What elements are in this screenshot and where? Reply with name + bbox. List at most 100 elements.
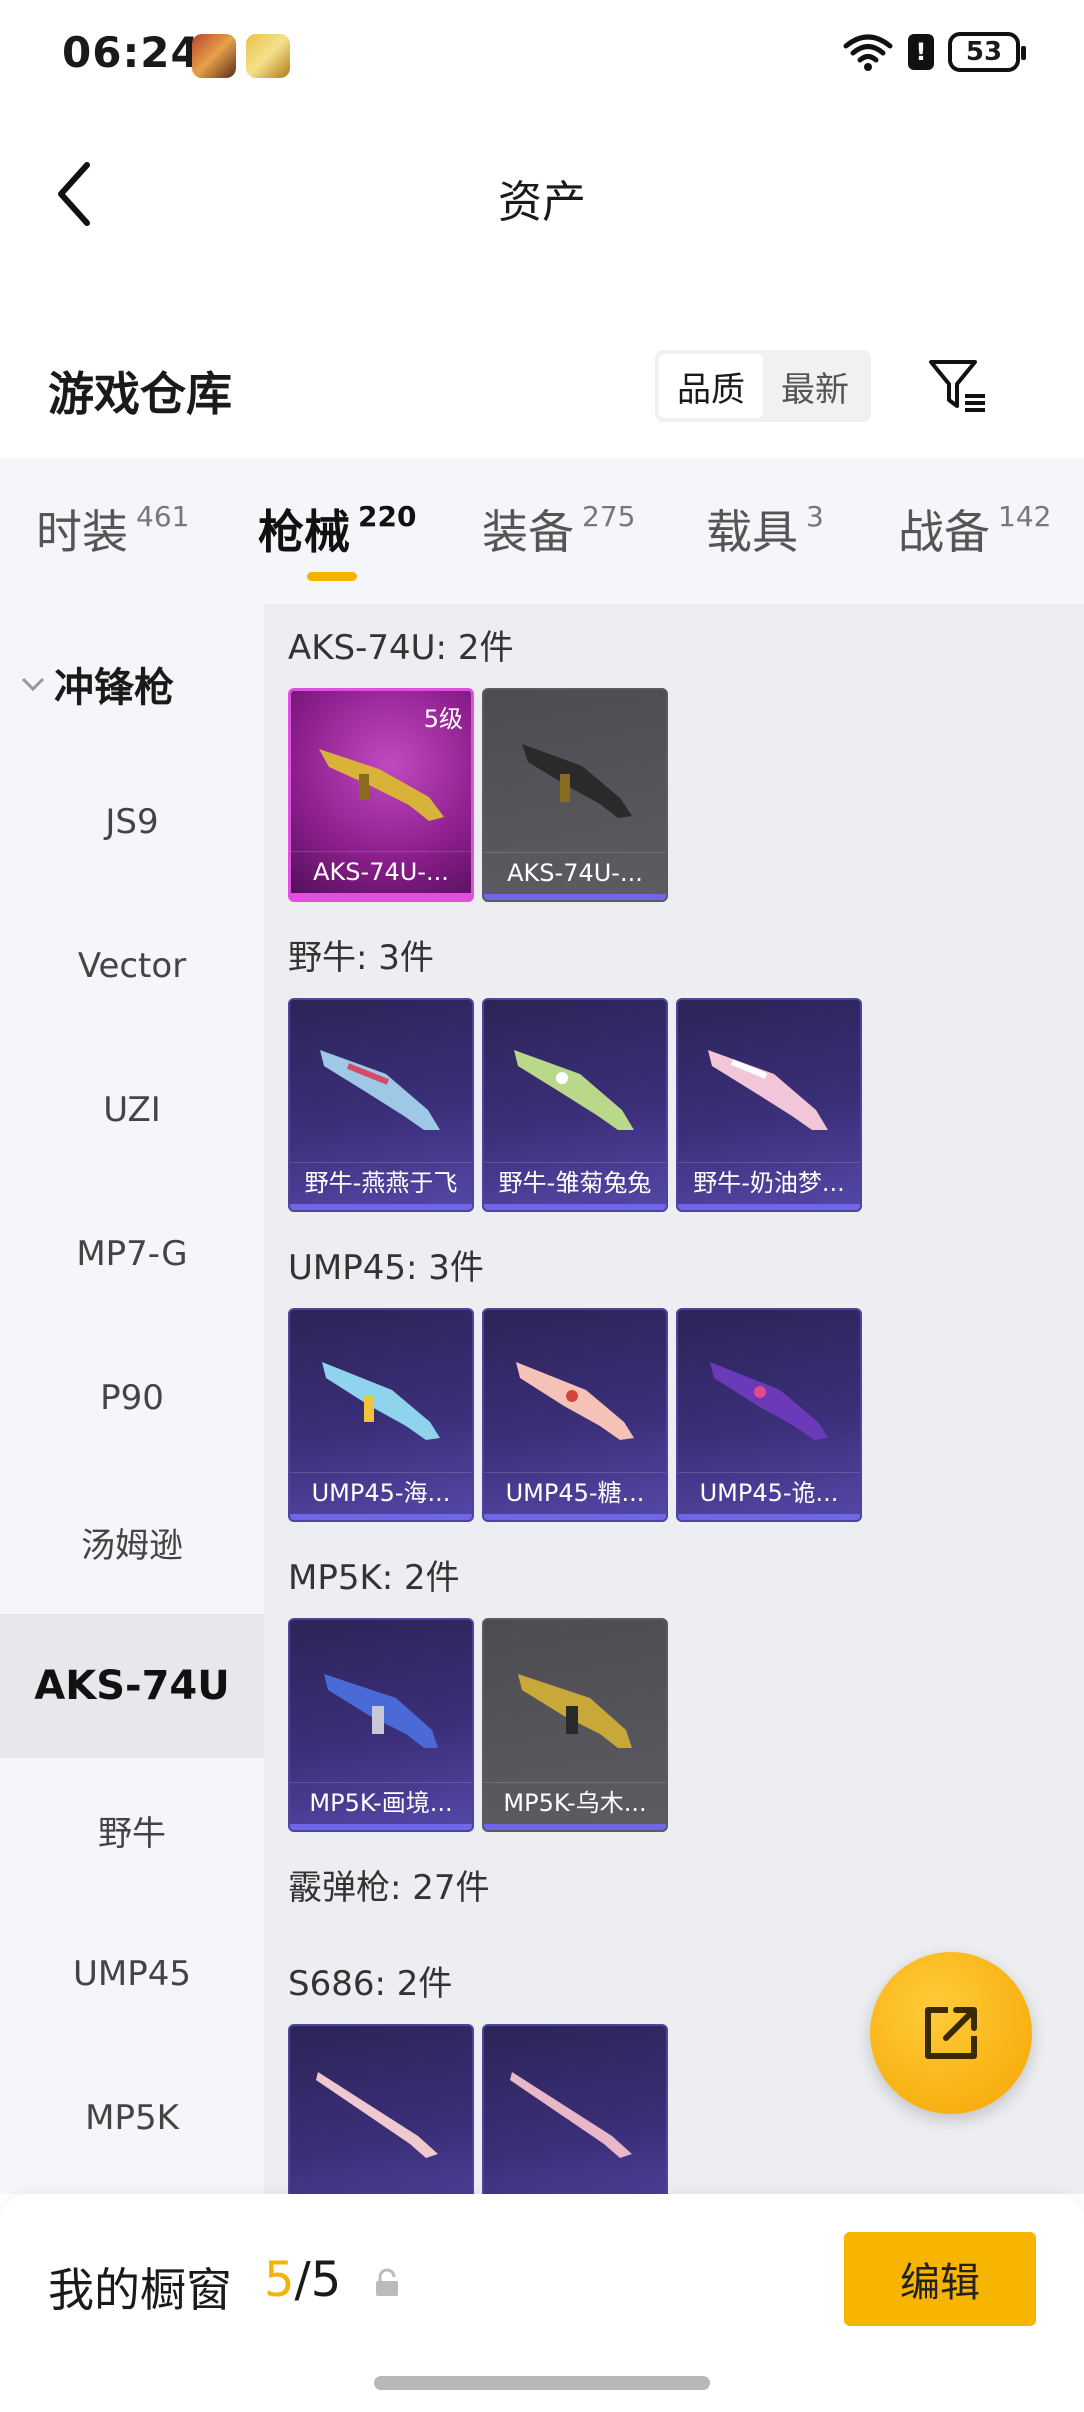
share-icon <box>925 2007 977 2059</box>
tab-count: 142 <box>998 500 1052 533</box>
warehouse-header: 游戏仓库 品质 最新 <box>0 330 1084 450</box>
rarity-bar <box>290 1514 472 1520</box>
edit-button[interactable]: 编辑 <box>844 2232 1036 2326</box>
warehouse-title: 游戏仓库 <box>48 367 232 421</box>
tab-count: 3 <box>806 500 824 533</box>
sort-quality-button[interactable]: 品质 <box>659 354 763 418</box>
tab-supplies[interactable]: 战备 142 <box>898 496 1051 562</box>
weapon-sidebar: 冲锋枪 JS9 Vector UZI MP7-G P90 汤姆逊 AKS-74U… <box>0 604 264 2194</box>
weapon-image <box>516 1362 634 1440</box>
sidebar-item-js9[interactable]: JS9 <box>0 750 264 894</box>
sidebar-item-aks74u[interactable]: AKS-74U <box>0 1614 264 1758</box>
weapon-name: MP5K-画境... <box>290 1782 472 1822</box>
showcase-current: 5 <box>264 2252 295 2308</box>
weapon-image <box>510 2072 632 2158</box>
section-title-bizon: 野牛: 3件 <box>288 938 434 978</box>
weapon-card[interactable]: UMP45-糖... <box>482 1308 668 1522</box>
weapon-name: 野牛-雏菊兔兔 <box>484 1162 666 1202</box>
sort-toggle: 品质 最新 <box>655 350 871 422</box>
weapon-card[interactable]: UMP45-海... <box>288 1308 474 1522</box>
weapon-image <box>514 1050 634 1130</box>
weapon-image <box>518 1674 632 1748</box>
weapon-image <box>322 1362 440 1440</box>
rarity-bar <box>290 1824 472 1830</box>
tab-label: 载具 <box>706 505 798 559</box>
weapon-card[interactable]: 野牛-燕燕于飞 <box>288 998 474 1212</box>
tab-count: 275 <box>582 500 636 533</box>
tab-label: 装备 <box>482 505 574 559</box>
tab-equipment[interactable]: 装备 275 <box>482 496 635 562</box>
weapon-name: 野牛-燕燕于飞 <box>290 1162 472 1202</box>
tab-weapons[interactable]: 枪械 220 <box>258 496 416 562</box>
section-title-ump45: UMP45: 3件 <box>288 1248 484 1288</box>
game-app-icon <box>192 34 236 78</box>
rarity-bar <box>484 1824 666 1830</box>
weapon-image <box>522 744 632 818</box>
home-indicator[interactable] <box>374 2376 710 2390</box>
status-bar: 06:24 ! 53 <box>0 0 1084 110</box>
wifi-icon <box>843 34 893 71</box>
sidebar-group-smg[interactable]: 冲锋枪 <box>0 644 264 724</box>
sidebar-item-uzi[interactable]: UZI <box>0 1038 264 1182</box>
filter-button[interactable] <box>922 350 994 422</box>
weapon-name: 野牛-奶油梦... <box>678 1162 860 1202</box>
weapon-name: UMP45-诡... <box>678 1472 860 1512</box>
weapon-image <box>319 749 444 821</box>
filter-icon <box>929 360 985 412</box>
rarity-bar <box>484 1514 666 1520</box>
weapon-name: AKS-74U-... <box>484 852 666 892</box>
weapon-image <box>316 2072 438 2158</box>
active-tab-indicator <box>307 572 357 581</box>
sidebar-item-thompson[interactable]: 汤姆逊 <box>0 1470 264 1614</box>
section-title-shotgun: 霰弹枪: 27件 <box>288 1868 490 1908</box>
section-title-mp5k: MP5K: 2件 <box>288 1558 460 1598</box>
showcase-count: 5/5 <box>264 2252 341 2308</box>
sidebar-item-mp7g[interactable]: MP7-G <box>0 1182 264 1326</box>
weapon-name: UMP45-海... <box>290 1472 472 1512</box>
sidebar-item-bizon[interactable]: 野牛 <box>0 1758 264 1902</box>
sidebar-item-ump45[interactable]: UMP45 <box>0 1902 264 2046</box>
section-title-s686: S686: 2件 <box>288 1964 453 2004</box>
alert-icon: ! <box>908 34 934 70</box>
weapon-name: UMP45-糖... <box>484 1472 666 1512</box>
weapon-card[interactable]: MP5K-画境... <box>288 1618 474 1832</box>
weapon-card[interactable]: MP5K-乌木... <box>482 1618 668 1832</box>
section-title-aks74u: AKS-74U: 2件 <box>288 628 514 668</box>
tab-count: 461 <box>136 500 190 533</box>
sort-latest-button[interactable]: 最新 <box>763 354 867 418</box>
rarity-bar <box>291 893 471 899</box>
tab-count: 220 <box>358 500 417 533</box>
peace-elite-app-icon <box>246 34 290 78</box>
showcase-total: /5 <box>294 2252 342 2308</box>
share-fab[interactable] <box>870 1952 1032 2114</box>
rarity-bar <box>678 1514 860 1520</box>
weapon-image <box>710 1362 828 1440</box>
nav-bar: 资产 <box>0 130 1084 260</box>
tab-vehicles[interactable]: 载具 3 <box>706 496 824 562</box>
sidebar-item-p90[interactable]: P90 <box>0 1326 264 1470</box>
weapon-card[interactable]: 5级 AKS-74U-... <box>288 688 474 902</box>
status-time: 06:24 <box>62 28 201 77</box>
weapon-card[interactable]: 野牛-雏菊兔兔 <box>482 998 668 1212</box>
weapon-card[interactable]: UMP45-诡... <box>676 1308 862 1522</box>
weapon-card[interactable] <box>288 2024 474 2194</box>
weapon-image <box>708 1050 828 1130</box>
battery-icon: 53 <box>948 32 1026 72</box>
tab-label: 战备 <box>898 505 990 559</box>
weapon-image <box>324 1674 438 1748</box>
weapon-card[interactable]: 野牛-奶油梦... <box>676 998 862 1212</box>
sidebar-item-mp5k[interactable]: MP5K <box>0 2046 264 2190</box>
lock-icon <box>376 2268 398 2296</box>
status-icons: ! 53 <box>842 32 1026 72</box>
tab-label: 时装 <box>36 505 128 559</box>
weapon-card[interactable] <box>482 2024 668 2194</box>
showcase-label: 我的橱窗 <box>48 2263 232 2317</box>
tab-outfits[interactable]: 时装 461 <box>36 496 189 562</box>
weapon-card[interactable]: AKS-74U-... <box>482 688 668 902</box>
sidebar-group-label: 冲锋枪 <box>54 665 174 711</box>
weapon-name: MP5K-乌木... <box>484 1782 666 1822</box>
rarity-bar <box>484 1204 666 1210</box>
page-title: 资产 <box>498 177 586 228</box>
tab-label: 枪械 <box>258 505 350 559</box>
sidebar-item-vector[interactable]: Vector <box>0 894 264 1038</box>
